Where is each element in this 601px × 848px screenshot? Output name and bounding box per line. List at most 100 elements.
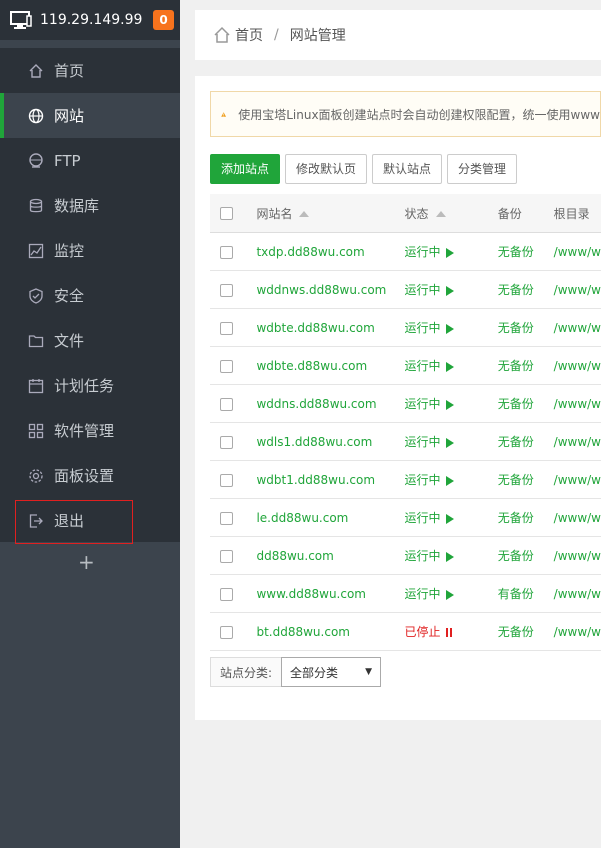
site-name-link[interactable]: wdbt1.dd88wu.com (256, 460, 405, 499)
breadcrumb-home[interactable]: 首页 (235, 25, 263, 45)
edit-default-page-button[interactable]: 修改默认页 (285, 154, 368, 184)
default-site-button[interactable]: 默认站点 (372, 154, 443, 184)
backup-status-link[interactable]: 无备份 (497, 270, 554, 309)
backup-status-link[interactable]: 无备份 (497, 612, 554, 651)
column-name-header[interactable]: 网站名 (256, 194, 405, 233)
site-name-link[interactable]: txdp.dd88wu.com (256, 232, 405, 271)
sidebar-item-label: 网站 (54, 107, 85, 125)
site-panel: 使用宝塔Linux面板创建站点时会自动创建权限配置，统一使用www 添加站点 修… (195, 76, 601, 720)
sidebar-item-cron[interactable]: 计划任务 (0, 363, 180, 408)
site-status[interactable]: 运行中 (404, 460, 498, 499)
row-checkbox[interactable] (220, 625, 233, 639)
backup-status-link[interactable]: 无备份 (497, 232, 554, 271)
root-dir-link[interactable]: /www/w (553, 460, 601, 499)
site-status[interactable]: 运行中 (404, 422, 498, 461)
dropdown-arrow-icon: ▼ (365, 667, 373, 677)
root-dir-link[interactable]: /www/w (553, 346, 601, 385)
root-dir-link[interactable]: /www/w (553, 308, 601, 347)
site-name-link[interactable]: wddns.dd88wu.com (256, 384, 405, 423)
row-checkbox[interactable] (220, 321, 233, 335)
backup-status-link[interactable]: 无备份 (497, 536, 554, 575)
sidebar-item-ftp[interactable]: FTP (0, 138, 180, 183)
play-icon (445, 551, 454, 562)
table-row: www.dd88wu.com 运行中 有备份/www/w (210, 574, 601, 613)
site-status[interactable]: 运行中 (404, 308, 498, 347)
root-dir-link[interactable]: /www/w (553, 232, 601, 271)
sidebar-item-label: 软件管理 (54, 422, 115, 440)
sidebar-item-label: 首页 (54, 62, 85, 80)
sidebar-item-monitor[interactable]: 监控 (0, 228, 180, 273)
shield-icon (29, 287, 43, 304)
row-checkbox[interactable] (220, 511, 233, 525)
table-row: dd88wu.com 运行中 无备份/www/w (210, 536, 601, 575)
row-checkbox[interactable] (220, 473, 233, 487)
site-name-link[interactable]: wdbte.dd88wu.com (256, 308, 405, 347)
backup-status-link[interactable]: 有备份 (497, 574, 554, 613)
sidebar-item-home[interactable]: 首页 (0, 48, 180, 93)
backup-status-link[interactable]: 无备份 (497, 346, 554, 385)
backup-status-link[interactable]: 无备份 (497, 422, 554, 461)
site-name-link[interactable]: le.dd88wu.com (256, 498, 405, 537)
play-icon (445, 323, 454, 334)
sidebar-item-label: 监控 (54, 242, 85, 260)
site-status[interactable]: 运行中 (404, 270, 498, 309)
row-checkbox[interactable] (220, 587, 233, 601)
sidebar-item-settings[interactable]: 面板设置 (0, 453, 180, 498)
site-status[interactable]: 运行中 (404, 498, 498, 537)
home-icon (214, 26, 230, 43)
add-site-button[interactable]: 添加站点 (210, 154, 281, 184)
sidebar-item-label: 安全 (54, 287, 85, 305)
site-name-link[interactable]: wddnws.dd88wu.com (256, 270, 405, 309)
play-icon (445, 589, 454, 600)
row-checkbox[interactable] (220, 283, 233, 297)
row-checkbox[interactable] (220, 435, 233, 449)
site-name-link[interactable]: bt.dd88wu.com (256, 612, 405, 651)
sidebar-item-security[interactable]: 安全 (0, 273, 180, 318)
root-dir-link[interactable]: /www/w (553, 612, 601, 651)
sidebar-item-websites[interactable]: 网站 (0, 93, 180, 138)
site-status-text: 运行中 (404, 283, 441, 297)
row-checkbox[interactable] (220, 359, 233, 373)
site-name-link[interactable]: wdls1.dd88wu.com (256, 422, 405, 461)
site-status[interactable]: 运行中 (404, 232, 498, 271)
add-menu-button[interactable]: + (78, 550, 95, 574)
category-select[interactable]: 全部分类 ▼ (281, 657, 382, 687)
site-status[interactable]: 运行中 (404, 536, 498, 575)
backup-status-link[interactable]: 无备份 (497, 384, 554, 423)
server-header: 119.29.149.99 0 (0, 0, 180, 40)
backup-status-link[interactable]: 无备份 (497, 498, 554, 537)
breadcrumb-current: 网站管理 (289, 28, 346, 44)
home-icon (29, 63, 43, 78)
site-status-text: 运行中 (404, 435, 441, 449)
root-dir-link[interactable]: /www/w (553, 574, 601, 613)
backup-status-link[interactable]: 无备份 (497, 460, 554, 499)
row-checkbox[interactable] (220, 397, 233, 411)
site-table: 网站名 状态 备份 根目录 txdp.dd88wu.com 运行中 无备份/www/… (210, 194, 601, 651)
site-status[interactable]: 运行中 (404, 346, 498, 385)
site-status-text: 已停止 (404, 625, 441, 639)
select-all-checkbox[interactable] (220, 207, 233, 220)
root-dir-link[interactable]: /www/w (553, 536, 601, 575)
sidebar-item-database[interactable]: 数据库 (0, 183, 180, 228)
category-filter: 站点分类: 全部分类 ▼ (210, 657, 382, 687)
root-dir-link[interactable]: /www/w (553, 270, 601, 309)
site-name-link[interactable]: www.dd88wu.com (256, 574, 405, 613)
site-name-link[interactable]: wdbte.d88wu.com (256, 346, 405, 385)
table-header-row: 网站名 状态 备份 根目录 (210, 194, 601, 233)
root-dir-link[interactable]: /www/w (553, 498, 601, 537)
row-checkbox[interactable] (220, 549, 233, 563)
site-status[interactable]: 运行中 (404, 384, 498, 423)
notification-badge[interactable]: 0 (153, 10, 174, 30)
site-status[interactable]: 运行中 (404, 574, 498, 613)
row-checkbox[interactable] (220, 245, 233, 259)
root-dir-link[interactable]: /www/w (553, 384, 601, 423)
site-name-link[interactable]: dd88wu.com (256, 536, 405, 575)
backup-status-link[interactable]: 无备份 (497, 308, 554, 347)
sidebar-item-files[interactable]: 文件 (0, 318, 180, 363)
site-status[interactable]: 已停止 (404, 612, 498, 651)
category-manage-button[interactable]: 分类管理 (447, 154, 518, 184)
root-dir-link[interactable]: /www/w (553, 422, 601, 461)
column-status-header[interactable]: 状态 (404, 194, 498, 233)
table-row: wddns.dd88wu.com 运行中 无备份/www/w (210, 384, 601, 423)
sidebar-item-software[interactable]: 软件管理 (0, 408, 180, 453)
